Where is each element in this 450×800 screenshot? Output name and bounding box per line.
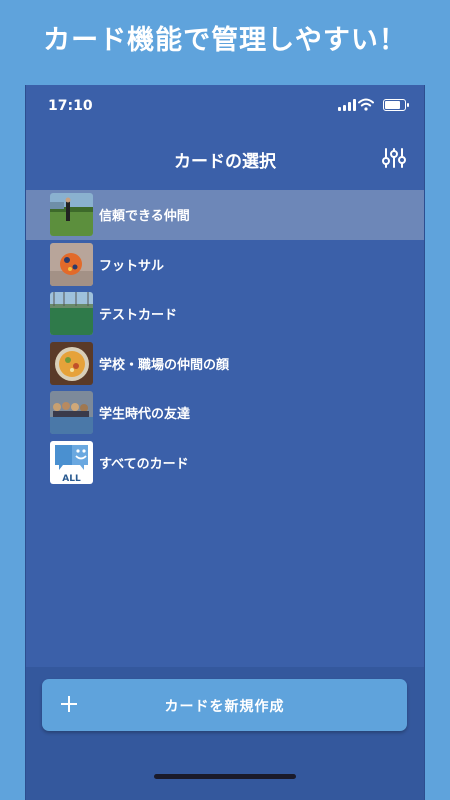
promo-headline: カード機能で管理しやすい！ (43, 25, 407, 56)
status-icons (326, 98, 409, 112)
card-row[interactable]: 学校・職場の仲間の顔 (26, 339, 424, 389)
card-label: テストカード (99, 308, 178, 323)
home-indicator (154, 774, 296, 779)
card-row[interactable]: フットサル (26, 240, 424, 290)
wifi-icon (358, 98, 374, 111)
card-row[interactable]: 学生時代の友達 (26, 388, 424, 438)
status-time: 17:10 (48, 98, 93, 114)
card-thumbnail (50, 341, 93, 385)
all-badge-text: ALL (62, 474, 81, 484)
card-row[interactable]: 信頼できる仲間 (26, 190, 424, 240)
battery-icon (383, 99, 409, 111)
card-label: 学校・職場の仲間の顔 (99, 357, 230, 373)
card-thumbnail (50, 292, 93, 335)
card-label: すべてのカード (99, 456, 189, 472)
sliders-icon[interactable] (382, 147, 406, 169)
create-card-label: カードを新規作成 (164, 699, 285, 715)
card-thumbnail (50, 242, 93, 286)
page-title: カードの選択 (174, 152, 276, 172)
signal-icon (338, 99, 356, 111)
create-card-button[interactable]: カードを新規作成 (42, 679, 407, 731)
all-cards-icon: ALL (50, 440, 93, 484)
phone-screen: 17:10 カードの選択 信頼できる仲間 フットサル テストカード 学校・職場の… (25, 85, 425, 800)
card-thumbnail (50, 193, 93, 236)
card-label: 学生時代の友達 (99, 407, 191, 422)
card-row[interactable]: テストカード (26, 289, 424, 339)
card-list: 信頼できる仲間 フットサル テストカード 学校・職場の仲間の顔 学生時代の友達 … (26, 190, 424, 487)
card-thumbnail (50, 391, 93, 434)
card-label: 信頼できる仲間 (99, 209, 190, 224)
status-bar: 17:10 (26, 85, 424, 125)
bottom-bar: カードを新規作成 (26, 667, 424, 800)
card-label: フットサル (99, 258, 165, 274)
navbar: カードの選択 (26, 135, 424, 180)
card-row[interactable]: ALL すべてのカード (26, 438, 424, 488)
